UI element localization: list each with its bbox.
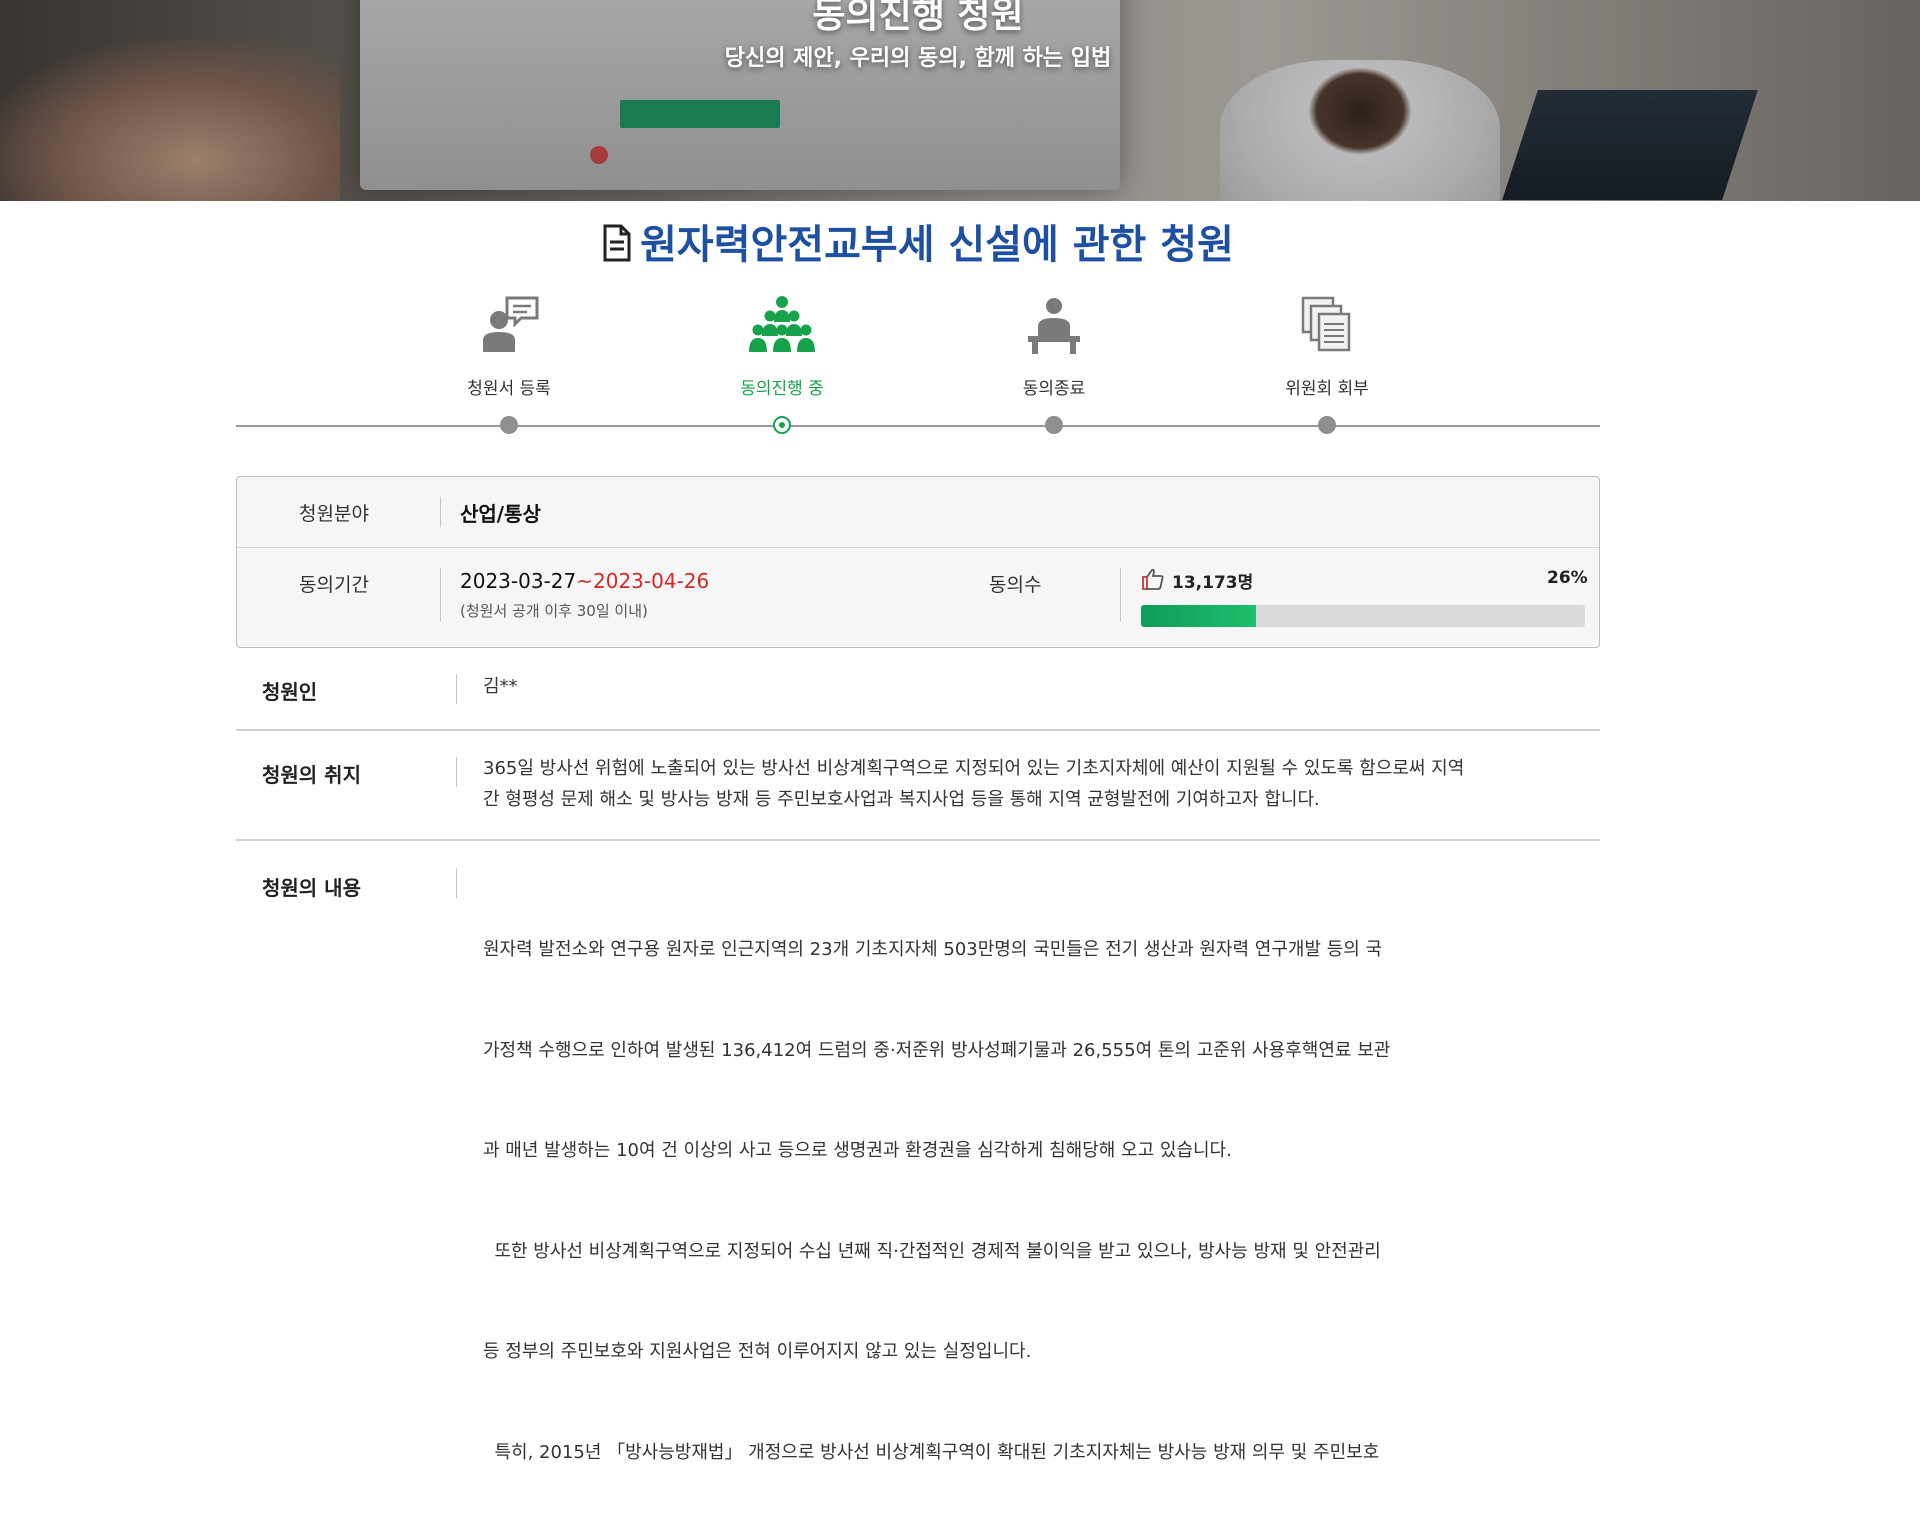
field-label: 청원분야 [299, 503, 369, 525]
step-registered: 청원서 등록 [389, 290, 629, 434]
field-value: 산업/통상 [460, 502, 541, 526]
divider [1120, 568, 1121, 622]
step-marker-active [773, 416, 791, 434]
purpose-line: 365일 방사선 위험에 노출되어 있는 방사선 비상계획구역으로 지정되어 있… [483, 758, 1465, 779]
period-note: (청원서 공개 이후 30일 이내) [460, 602, 648, 620]
petition-title: 원자력안전교부세 신설에 관한 청원 [640, 222, 1234, 268]
step-marker [500, 416, 518, 434]
divider [456, 674, 457, 704]
steps-track [236, 425, 1600, 427]
info-row-period: 동의기간 2023-03-27~2023-04-26 (청원서 공개 이후 30… [237, 548, 1599, 647]
content-label: 청원의 내용 [262, 876, 361, 900]
content-row: 청원의 내용 원자력 발전소와 연구용 원자로 인근지역의 23개 기초지자체 … [236, 866, 1600, 1463]
agree-percent: 26% [1547, 568, 1588, 588]
section-divider [236, 839, 1600, 841]
purpose-label: 청원의 취지 [262, 763, 361, 787]
step-marker [1045, 416, 1063, 434]
divider [440, 497, 441, 527]
agree-progress-fill [1141, 605, 1257, 627]
purpose-row: 청원의 취지 365일 방사선 위험에 노출되어 있는 방사선 비상계획구역으로… [236, 755, 1600, 835]
petitioner-label: 청원인 [262, 680, 318, 704]
petitioner-row: 청원인 김** [236, 672, 1600, 722]
document-stack-icon [1207, 290, 1447, 354]
period-dates: 2023-03-27~2023-04-26 [460, 569, 709, 593]
petitioner-value: 김** [483, 676, 518, 697]
purpose-text: 365일 방사선 위험에 노출되어 있는 방사선 비상계획구역으로 지정되어 있… [483, 753, 1583, 815]
progress-steps: 청원서 등록 동의진행 중 동의종료 위원회 회부 [236, 290, 1600, 440]
divider [440, 568, 441, 622]
content-line: 과 매년 발생하는 10여 건 이상의 사고 등으로 생명권과 환경권을 심각하… [483, 1140, 1232, 1161]
hero-subtitle: 당신의 제안, 우리의 동의, 함께 하는 입법 [724, 46, 1112, 71]
step-label: 청원서 등록 [467, 379, 551, 399]
petition-info-box: 청원분야 산업/통상 동의기간 2023-03-27~2023-04-26 (청… [236, 476, 1600, 648]
petition-title-wrap: 원자력안전교부세 신설에 관한 청원 [0, 212, 1836, 272]
people-group-icon [662, 290, 902, 354]
hero-banner: 동의진행 청원 당신의 제안, 우리의 동의, 함께 하는 입법 [0, 0, 1920, 201]
hero-title: 동의진행 청원 [812, 0, 1024, 36]
purpose-line: 간 형평성 문제 해소 및 방사능 방재 등 주민보호사업과 복지사업 등을 통… [483, 789, 1320, 810]
speech-person-icon [389, 290, 629, 354]
content-line: 등 정부의 주민보호와 지원사업은 전혀 이루어지지 않고 있는 실정입니다. [483, 1341, 1032, 1362]
content-line: 또한 방사선 비상계획구역으로 지정되어 수십 년째 직·간접적인 경제적 불이… [483, 1240, 1381, 1262]
info-row-field: 청원분야 산업/통상 [237, 477, 1599, 548]
section-divider [236, 729, 1600, 731]
period-end: 2023-04-26 [593, 569, 710, 593]
count-label: 동의수 [989, 574, 1042, 596]
period-label: 동의기간 [299, 574, 369, 596]
divider [456, 868, 457, 898]
document-icon [602, 224, 632, 272]
step-label: 위원회 회부 [1285, 379, 1369, 399]
period-start: 2023-03-27 [460, 569, 577, 593]
step-label: 동의진행 중 [740, 379, 824, 399]
content-line: 가정책 수행으로 인하여 발생된 136,412여 드럼의 중·저준위 방사성폐… [483, 1039, 1391, 1061]
person-desk-icon [934, 290, 1174, 354]
content-line: 원자력 발전소와 연구용 원자로 인근지역의 23개 기초지자체 503만명의 … [483, 939, 1383, 960]
agree-progress-bar [1141, 605, 1585, 627]
divider [456, 757, 457, 787]
content-text: 원자력 발전소와 연구용 원자로 인근지역의 23개 기초지자체 503만명의 … [483, 866, 1583, 1536]
step-closed: 동의종료 [934, 290, 1174, 434]
step-in-progress: 동의진행 중 [662, 290, 902, 434]
agree-count: 13,173명 [1172, 573, 1254, 593]
step-marker [1318, 416, 1336, 434]
content-line: 특히, 2015년 「방사능방재법」 개정으로 방사선 비상계획구역이 확대된 … [483, 1441, 1380, 1463]
period-tilde: ~ [576, 569, 593, 593]
thumbs-up-icon [1141, 567, 1165, 595]
step-committee: 위원회 회부 [1207, 290, 1447, 434]
step-label: 동의종료 [1022, 379, 1086, 399]
